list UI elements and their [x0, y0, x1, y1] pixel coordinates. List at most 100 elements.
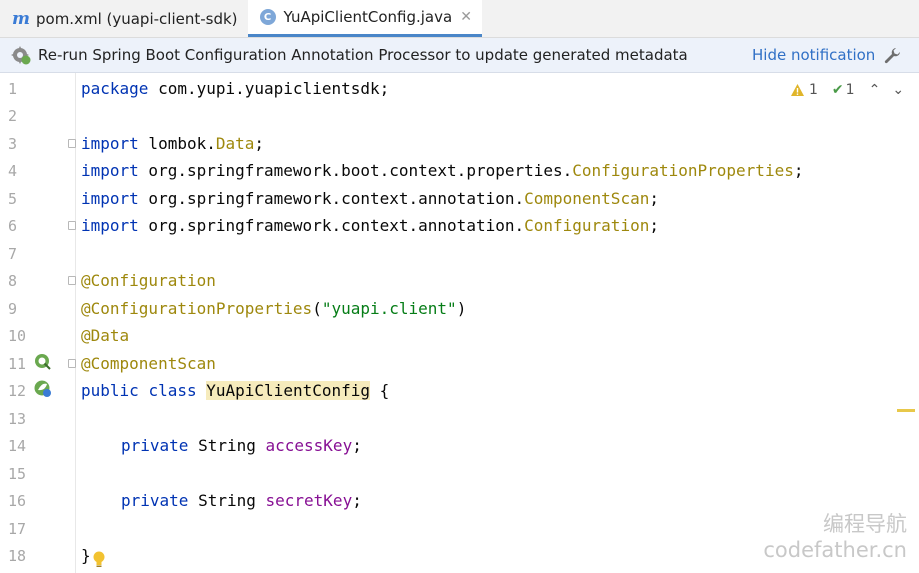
code-text: {	[370, 381, 390, 400]
code-text: lombok.	[138, 134, 216, 153]
line-number: 17	[8, 520, 27, 538]
code-line-12: public class YuApiClientConfig {	[81, 380, 389, 402]
line-number: 13	[8, 410, 27, 428]
imported-type: ComponentScan	[524, 189, 650, 208]
chevron-up-icon[interactable]: ⌃	[869, 82, 881, 98]
tab-label: pom.xml (yuapi-client-sdk)	[36, 9, 238, 28]
keyword: public	[81, 381, 139, 400]
keyword: import	[81, 189, 139, 208]
imported-type: ConfigurationProperties	[572, 161, 794, 180]
code-text: ;	[352, 436, 362, 455]
chevron-down-icon[interactable]: ⌄	[892, 82, 904, 98]
keyword: import	[81, 161, 139, 180]
code-text: String	[188, 491, 266, 510]
lightbulb-icon[interactable]	[92, 550, 106, 568]
keyword: private	[121, 491, 189, 510]
field-name: accessKey	[265, 436, 353, 455]
line-number: 8	[8, 272, 18, 290]
line-number: 10	[8, 327, 27, 345]
code-line-1: package com.yupi.yuapiclientsdk;	[81, 78, 389, 100]
annotation: @Configuration	[81, 271, 216, 290]
tab-label: YuApiClientConfig.java	[283, 8, 453, 26]
code-line-16: private String secretKey;	[121, 490, 362, 512]
code-text: ;	[793, 161, 804, 180]
annotation: @Data	[81, 326, 130, 345]
tab-yuapiclientconfig[interactable]: C YuApiClientConfig.java ✕	[247, 0, 482, 37]
code-line-18: }	[81, 545, 91, 567]
line-number: 15	[8, 465, 27, 483]
inspection-widget[interactable]: 1 ✔ 1 ⌃ ⌄	[790, 82, 908, 98]
code-editor[interactable]: 1 2 3 4 5 6 7 8 9 10 11 12 13 14 15 16 1…	[0, 73, 919, 573]
code-text: ;	[649, 189, 659, 208]
line-number: 11	[8, 355, 27, 373]
spring-bean-icon[interactable]	[34, 380, 52, 398]
keyword: private	[121, 436, 189, 455]
imported-type: Data	[215, 134, 255, 153]
string-literal: "yuapi.client"	[321, 299, 457, 318]
editor-tab-bar: m pom.xml (yuapi-client-sdk) C YuApiClie…	[0, 0, 919, 38]
weak-warning-icon: ✔	[831, 82, 844, 98]
code-line-4: import org.springframework.boot.context.…	[81, 160, 803, 182]
line-number-gutter: 1 2 3 4 5 6 7 8 9 10 11 12 13 14 15 16 1…	[0, 73, 76, 573]
keyword: import	[81, 134, 139, 153]
code-line-5: import org.springframework.context.annot…	[81, 188, 659, 210]
code-line-9: @ConfigurationProperties("yuapi.client")	[81, 298, 466, 320]
code-text: }	[81, 546, 91, 565]
annotation: @ComponentScan	[81, 354, 216, 373]
line-number: 16	[8, 492, 27, 510]
weak-warning-count: 1	[845, 82, 855, 98]
line-number: 2	[8, 107, 18, 125]
line-number: 9	[8, 300, 18, 318]
warning-icon	[791, 84, 804, 96]
code-text: org.springframework.context.annotation.	[138, 189, 525, 208]
line-number: 18	[8, 547, 27, 565]
line-number: 14	[8, 437, 27, 455]
annotation: @ConfigurationProperties	[81, 299, 313, 318]
code-text: org.springframework.boot.context.propert…	[138, 161, 573, 180]
code-text: String	[188, 436, 266, 455]
code-line-10: @Data	[81, 325, 129, 347]
code-line-6: import org.springframework.context.annot…	[81, 215, 659, 237]
field-name: secretKey	[265, 491, 353, 510]
keyword: class	[148, 381, 197, 400]
code-line-11: @ComponentScan	[81, 353, 216, 375]
tab-pom-xml[interactable]: m pom.xml (yuapi-client-sdk)	[0, 0, 248, 37]
code-text: ;	[649, 216, 659, 235]
fold-marker[interactable]	[68, 359, 76, 368]
fold-marker[interactable]	[68, 139, 76, 148]
code-text: com.yupi.yuapiclientsdk;	[148, 79, 390, 98]
watermark-site: codefather.cn	[763, 538, 907, 562]
line-number: 1	[8, 80, 18, 98]
fold-marker[interactable]	[68, 221, 76, 230]
notification-bar: Re-run Spring Boot Configuration Annotat…	[0, 38, 919, 73]
code-line-3: import lombok.Data;	[81, 133, 264, 155]
line-number: 3	[8, 135, 18, 153]
class-name[interactable]: YuApiClientConfig	[206, 381, 371, 400]
code-text: ;	[352, 491, 362, 510]
warning-count: 1	[809, 82, 818, 98]
fold-marker[interactable]	[68, 276, 76, 285]
keyword: import	[81, 216, 139, 235]
code-text: org.springframework.context.annotation.	[138, 216, 525, 235]
line-number: 4	[8, 162, 18, 180]
maven-m-icon: m	[12, 8, 30, 29]
hide-notification-link[interactable]: Hide notification	[752, 46, 875, 64]
scrollbar-warning-marker[interactable]	[897, 409, 915, 412]
imported-type: Configuration	[524, 216, 650, 235]
watermark-title: 编程导航	[823, 512, 907, 536]
code-line-14: private String accessKey;	[121, 435, 362, 457]
wrench-icon[interactable]	[882, 46, 902, 66]
line-number: 12	[8, 382, 27, 400]
keyword: package	[81, 79, 149, 98]
code-line-8: @Configuration	[81, 270, 216, 292]
notification-message: Re-run Spring Boot Configuration Annotat…	[38, 46, 688, 64]
class-c-icon: C	[259, 9, 276, 25]
line-number: 6	[8, 217, 18, 235]
spring-gear-icon	[11, 46, 31, 65]
line-number: 7	[8, 245, 18, 263]
code-text: )	[456, 299, 467, 318]
spring-bean-search-icon[interactable]	[34, 353, 52, 371]
close-icon[interactable]: ✕	[460, 9, 472, 25]
code-text: (	[312, 299, 322, 318]
code-text: ;	[254, 134, 265, 153]
